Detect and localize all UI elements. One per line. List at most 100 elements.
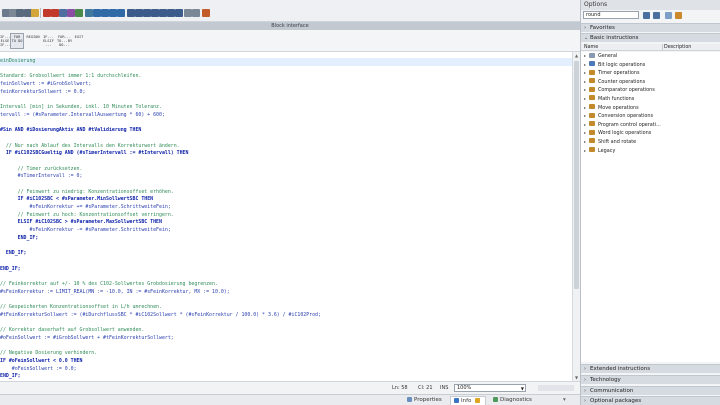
step-into-icon[interactable] — [159, 9, 167, 17]
block-interface-bar[interactable]: Block interface — [0, 22, 580, 30]
code-line[interactable] — [0, 243, 572, 251]
kw-if-button[interactable]: IF... ELSE IF... — [0, 35, 11, 48]
code-line[interactable] — [0, 96, 572, 104]
instruction-folder[interactable]: ▸ Shift and rotate — [581, 138, 720, 147]
instruction-folder[interactable]: ▸ General — [581, 52, 720, 61]
code-line[interactable]: IF #oFeinSollwert < 0.0 THEN — [0, 358, 572, 366]
code-line[interactable]: #sFeinKorrektur += #sParameter.Schrittwe… — [0, 204, 572, 212]
instruction-folder[interactable]: ▸ Comparator operations — [581, 86, 720, 95]
code-line[interactable]: tervall := (#sParameter.IntervallAuswert… — [0, 112, 572, 120]
code-line[interactable]: END_IF; — [0, 250, 572, 258]
code-line[interactable]: // Feinwert zu niedrig: Konzentrationsof… — [0, 189, 572, 197]
optional-packages-section[interactable]: › Optional packages — [581, 396, 720, 405]
collapse-inspector-button[interactable]: ▾ — [560, 396, 569, 405]
extended-instructions-section[interactable]: › Extended instructions — [581, 364, 720, 373]
run-icon[interactable] — [175, 9, 183, 17]
zoom-select[interactable]: 100% ▼ — [454, 384, 526, 392]
step-icon[interactable] — [151, 9, 159, 17]
scrollbar-thumb[interactable] — [574, 61, 579, 289]
instruction-folder[interactable]: ▸ Counter operations — [581, 78, 720, 87]
instruction-folder[interactable]: ▸ Timer operations — [581, 69, 720, 78]
code-line[interactable]: #tFeinKorrekturSollwert := (#iDurchfluss… — [0, 312, 572, 320]
tab-diagnostics[interactable]: Diagnostics — [490, 396, 535, 405]
code-line[interactable] — [0, 273, 572, 281]
code-line[interactable]: Intervall [min] in Sekunden, inkl. 10 Mi… — [0, 104, 572, 112]
code-editor[interactable]: einDosierung Standard: Grobsollwert immer… — [0, 52, 572, 381]
kw-exit-button[interactable]: EXIT — [74, 35, 84, 39]
code-line[interactable] — [0, 181, 572, 189]
redo-icon[interactable] — [51, 9, 59, 17]
code-line[interactable]: // Korrektur daserhaft auf Grobsollwert … — [0, 327, 572, 335]
search-up-icon[interactable] — [653, 12, 660, 19]
active-block-icon[interactable] — [31, 9, 39, 17]
delete-icon[interactable] — [67, 9, 75, 17]
instruction-folder[interactable]: ▸ Word logic operations — [581, 129, 720, 138]
code-line[interactable]: ELSIF #iC102SBC > #sParameter.MaxSollwer… — [0, 219, 572, 227]
search-down-icon[interactable] — [643, 12, 650, 19]
scroll-down-icon[interactable]: ▼ — [574, 375, 579, 380]
code-line[interactable] — [0, 120, 572, 128]
tab-properties[interactable]: Properties — [404, 396, 445, 405]
code-line[interactable]: #sTimerIntervall := 0; — [0, 173, 572, 181]
code-line[interactable]: // Feinwert zu hoch: Konzentrationsoffse… — [0, 212, 572, 220]
code-line[interactable]: #oFeinSollwert := #iGrobSollwert + #tFei… — [0, 335, 572, 343]
comment-icon[interactable] — [75, 9, 83, 17]
favorites-add-icon[interactable] — [675, 12, 682, 19]
code-line[interactable] — [0, 66, 572, 74]
instruction-search-input[interactable] — [583, 11, 639, 19]
code-line[interactable] — [0, 319, 572, 327]
bookmark-next-icon[interactable] — [109, 9, 117, 17]
kw-for-by-button[interactable]: FOR... TO...BY DO... — [57, 35, 72, 48]
bookmark-icon[interactable] — [93, 9, 101, 17]
code-line[interactable]: #sFeinKorrektur := LIMIT_REAL(MN := -10.… — [0, 289, 572, 297]
instruction-folder[interactable]: ▸ Move operations — [581, 104, 720, 113]
kw-region-button[interactable]: REGION — [26, 35, 40, 39]
tab-info[interactable]: Info — [450, 396, 487, 405]
breakpoint-icon[interactable] — [127, 9, 135, 17]
instruction-folder[interactable]: ▸ Conversion operations — [581, 112, 720, 121]
editor-horizontal-scrollbar[interactable] — [538, 385, 574, 391]
kw-elsif-button[interactable]: IF... ELSIF ... — [42, 35, 55, 48]
code-line[interactable]: // Nur nach Ablauf des Intervalls den Ko… — [0, 143, 572, 151]
code-line[interactable]: #Sin AND #iDosierungAktiv AND #tValidier… — [0, 127, 572, 135]
code-line[interactable] — [0, 296, 572, 304]
download-icon[interactable] — [202, 9, 210, 17]
code-line[interactable] — [0, 342, 572, 350]
scroll-up-icon[interactable]: ▲ — [574, 53, 579, 58]
show-all-icon[interactable] — [665, 12, 672, 19]
bookmark-clear-icon[interactable] — [117, 9, 125, 17]
code-line[interactable]: IF #iC102SBC < #sParameter.MinSollwertSB… — [0, 196, 572, 204]
instruction-folder[interactable]: ▸ Math functions — [581, 95, 720, 104]
uncomment-icon[interactable] — [85, 9, 93, 17]
code-line[interactable] — [0, 158, 572, 166]
go-to-icon[interactable] — [143, 9, 151, 17]
code-line[interactable]: // Negative Dosierung verhindern. — [0, 350, 572, 358]
code-line[interactable]: IF #iC102SBCGueltig AND (#sTimerInterval… — [0, 150, 572, 158]
code-line[interactable]: END_IF; — [0, 266, 572, 274]
code-line[interactable]: // Gespeicherten Konzentrationsoffset in… — [0, 304, 572, 312]
code-line[interactable]: #oFeinSollwert := 0.0; — [0, 366, 572, 374]
instruction-folder[interactable]: ▸ Legacy — [581, 147, 720, 156]
code-line[interactable]: // Feinkorrektur auf +/- 10 % des C102-S… — [0, 281, 572, 289]
basic-instructions-section[interactable]: ⌄ Basic instructions — [581, 33, 720, 42]
technology-section[interactable]: › Technology — [581, 375, 720, 384]
code-line[interactable] — [0, 258, 572, 266]
call-env-icon[interactable] — [192, 9, 200, 17]
kw-for-button[interactable]: FOR TO DO — [11, 35, 23, 43]
code-line[interactable]: Standard: Grobsollwert immer 1:1 durchsc… — [0, 73, 572, 81]
bookmark-prev-icon[interactable] — [101, 9, 109, 17]
instruction-folder[interactable]: ▸ Program control operati... — [581, 121, 720, 130]
code-line[interactable]: END_IF; — [0, 373, 572, 381]
monitor-block-icon[interactable] — [184, 9, 192, 17]
indent-icon[interactable] — [16, 9, 24, 17]
code-line[interactable]: feinSollwert := #iGrobSollwert; — [0, 81, 572, 89]
undo-icon[interactable] — [43, 9, 51, 17]
instruction-folder[interactable]: ▸ Bit logic operations — [581, 61, 720, 70]
column-divider[interactable] — [662, 44, 663, 51]
code-line[interactable]: einDosierung — [0, 58, 572, 66]
code-line[interactable] — [0, 135, 572, 143]
code-line[interactable]: // Timer zurücksetzen. — [0, 166, 572, 174]
code-line[interactable]: feinKorrekturSollwert := 0.0; — [0, 89, 572, 97]
watch-icon[interactable] — [135, 9, 143, 17]
communication-section[interactable]: › Communication — [581, 386, 720, 395]
